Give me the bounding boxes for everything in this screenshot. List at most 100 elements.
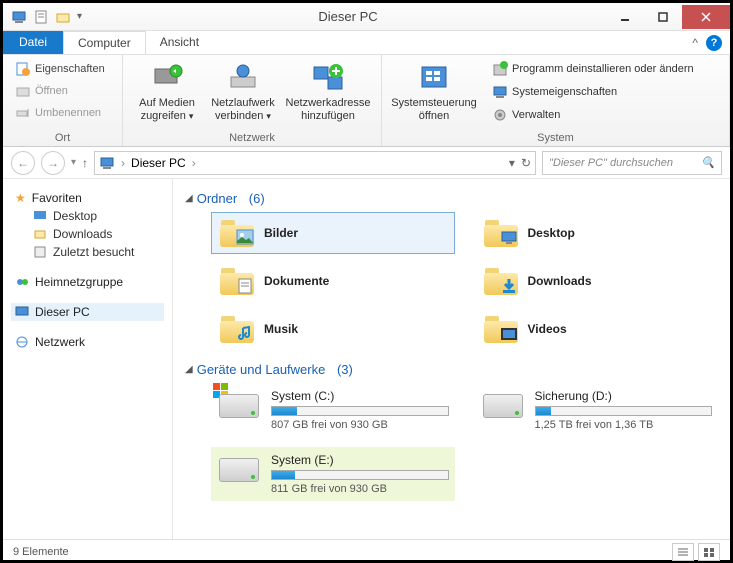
breadcrumb-root[interactable]: Dieser PC [131, 156, 186, 170]
ribbon: Eigenschaften Öffnen Umbenennen Ort Auf … [3, 55, 730, 147]
close-button[interactable] [682, 5, 730, 29]
drive-name: System (C:) [271, 389, 449, 403]
sidebar-item-zuletzt[interactable]: Zuletzt besucht [11, 243, 164, 261]
tab-computer[interactable]: Computer [63, 31, 146, 54]
drive-item[interactable]: System (E:) 811 GB frei von 930 GB [211, 447, 455, 501]
drive-usage-bar [271, 406, 449, 416]
netzlaufwerk-verbinden-button[interactable]: Netzlaufwerk verbinden ▾ [207, 59, 279, 123]
ribbon-label-ort: Ort [11, 132, 114, 144]
folder-icon [482, 313, 520, 345]
drive-item[interactable]: System (C:) 807 GB frei von 930 GB [211, 383, 455, 437]
maximize-button[interactable] [644, 5, 682, 29]
eigenschaften-button[interactable]: Eigenschaften [11, 59, 109, 79]
drive-icon [217, 389, 261, 423]
view-details-button[interactable] [672, 543, 694, 561]
status-bar: 9 Elemente [3, 539, 730, 563]
folder-item[interactable]: Videos [475, 308, 719, 350]
programm-deinstallieren-button[interactable]: Programm deinstallieren oder ändern [488, 59, 698, 79]
sidebar-item-downloads[interactable]: Downloads [11, 225, 164, 243]
folder-icon [218, 265, 256, 297]
sidebar-item-heimnetz[interactable]: Heimnetzgruppe [11, 273, 164, 291]
drive-usage-bar [271, 470, 449, 480]
nav-forward-button[interactable]: → [41, 151, 65, 175]
window-title: Dieser PC [90, 9, 606, 24]
chevron-right-icon[interactable]: › [121, 156, 125, 170]
sidebar-item-dieserpc[interactable]: Dieser PC [11, 303, 164, 321]
computer-icon [99, 155, 115, 171]
folder-item[interactable]: Dokumente [211, 260, 455, 302]
ribbon-label-system: System [390, 132, 721, 144]
verwalten-button[interactable]: Verwalten [488, 105, 698, 125]
main-view: ◢ Ordner (6) Bilder Desktop Dokumente [173, 179, 730, 539]
tab-ansicht[interactable]: Ansicht [146, 31, 214, 54]
help-icon[interactable]: ? [706, 35, 722, 51]
collapse-ribbon-icon[interactable]: ^ [692, 36, 698, 50]
nav-up-button[interactable]: ↑ [82, 156, 88, 170]
downloads-icon [33, 227, 47, 241]
homegroup-icon [15, 275, 29, 289]
folder-label: Desktop [528, 226, 575, 240]
search-input[interactable]: "Dieser PC" durchsuchen 🔍 [542, 151, 722, 175]
navigation-pane: ★Favoriten Desktop Downloads Zuletzt bes… [3, 179, 173, 539]
item-count: 9 Elemente [13, 546, 69, 558]
drive-item[interactable]: Sicherung (D:) 1,25 TB frei von 1,36 TB [475, 383, 719, 437]
ribbon-label-netzwerk: Netzwerk [131, 132, 373, 144]
folder-item[interactable]: Bilder [211, 212, 455, 254]
sidebar-item-favoriten[interactable]: ★Favoriten [11, 189, 164, 207]
systemeigenschaften-button[interactable]: Systemeigenschaften [488, 82, 698, 102]
folder-label: Musik [264, 322, 298, 336]
recent-locations-icon[interactable]: ▾ [71, 157, 76, 168]
folder-icon [482, 217, 520, 249]
oeffnen-button[interactable]: Öffnen [11, 81, 72, 101]
folder-label: Downloads [528, 274, 592, 288]
collapse-arrow-icon: ◢ [185, 364, 193, 375]
sidebar-item-netzwerk[interactable]: Netzwerk [11, 333, 164, 351]
ribbon-group-ort: Eigenschaften Öffnen Umbenennen Ort [3, 55, 123, 146]
qat-dropdown-icon[interactable]: ▾ [77, 11, 82, 22]
computer-icon[interactable] [11, 9, 27, 25]
quick-access-toolbar: ▾ [3, 9, 90, 25]
drive-usage-bar [535, 406, 713, 416]
view-tiles-button[interactable] [698, 543, 720, 561]
systemsteuerung-button[interactable]: Systemsteuerung öffnen [390, 59, 478, 123]
folder-icon [218, 217, 256, 249]
chevron-right-icon[interactable]: › [192, 156, 196, 170]
refresh-icon[interactable]: ↻ [521, 156, 531, 170]
star-icon: ★ [15, 191, 26, 205]
collapse-arrow-icon: ◢ [185, 193, 193, 204]
folder-label: Videos [528, 322, 567, 336]
medien-zugreifen-button[interactable]: Auf Medien zugreifen ▾ [131, 59, 203, 123]
umbenennen-button[interactable]: Umbenennen [11, 103, 105, 123]
search-icon[interactable]: 🔍 [701, 156, 715, 169]
folder-icon [482, 265, 520, 297]
address-bar: ← → ▾ ↑ › Dieser PC › ▾ ↻ "Dieser PC" dur… [3, 147, 730, 179]
new-folder-icon[interactable] [55, 9, 71, 25]
netzwerkadresse-button[interactable]: Netzwerkadresse hinzufügen [283, 59, 373, 123]
drive-name: System (E:) [271, 453, 449, 467]
section-ordner[interactable]: ◢ Ordner (6) [185, 191, 718, 206]
drive-free-text: 811 GB frei von 930 GB [271, 483, 449, 495]
minimize-button[interactable] [606, 5, 644, 29]
drive-free-text: 807 GB frei von 930 GB [271, 419, 449, 431]
properties-icon[interactable] [33, 9, 49, 25]
folder-item[interactable]: Desktop [475, 212, 719, 254]
nav-back-button[interactable]: ← [11, 151, 35, 175]
drive-icon [481, 389, 525, 423]
ribbon-tabs: Datei Computer Ansicht ^ ? [3, 31, 730, 55]
drive-free-text: 1,25 TB frei von 1,36 TB [535, 419, 713, 431]
desktop-icon [33, 209, 47, 223]
tab-datei[interactable]: Datei [3, 31, 63, 54]
folder-item[interactable]: Downloads [475, 260, 719, 302]
folder-label: Dokumente [264, 274, 329, 288]
title-bar: ▾ Dieser PC [3, 3, 730, 31]
drive-icon [217, 453, 261, 487]
folder-icon [218, 313, 256, 345]
sidebar-item-desktop[interactable]: Desktop [11, 207, 164, 225]
network-icon [15, 335, 29, 349]
chevron-down-icon[interactable]: ▾ [509, 156, 515, 170]
address-box[interactable]: › Dieser PC › ▾ ↻ [94, 151, 536, 175]
ribbon-group-netzwerk: Auf Medien zugreifen ▾ Netzlaufwerk verb… [123, 55, 382, 146]
section-geraete[interactable]: ◢ Geräte und Laufwerke (3) [185, 362, 718, 377]
recent-icon [33, 245, 47, 259]
folder-item[interactable]: Musik [211, 308, 455, 350]
